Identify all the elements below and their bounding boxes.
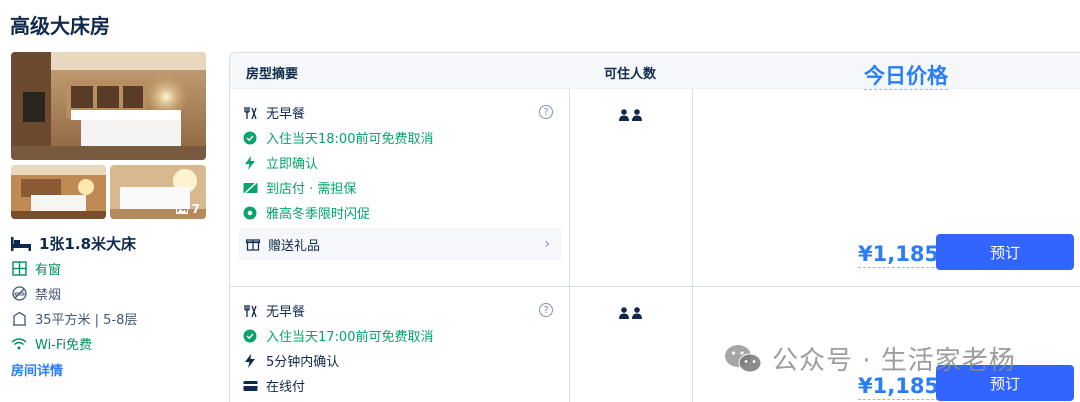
chevron-right-icon: › <box>544 236 550 252</box>
fact-text: 35平方米 | 5-8层 <box>35 313 138 328</box>
lightning-icon <box>242 155 258 171</box>
room-photo-thumb-2[interactable]: 7 <box>110 165 206 219</box>
table-row-2-summary: 无早餐 入住当天17:00前可免费取消 5分钟内确认 在线付 <box>242 298 562 398</box>
info-icon[interactable]: ? <box>539 105 553 119</box>
bed-info: 1张1.8米大床 <box>11 233 136 254</box>
fact-window: 有窗 <box>11 256 137 281</box>
room-facts: 有窗 禁烟 35平方米 | 5-8层 Wi-Fi免费 <box>11 256 137 356</box>
price-value[interactable]: ¥1,185 <box>858 241 940 268</box>
fact-text: 禁烟 <box>35 288 62 303</box>
header-price: 今日价格 <box>864 64 948 90</box>
rate-item: 雅高冬季限时闪促 <box>242 200 562 225</box>
rate-item-text: 无早餐 <box>266 107 306 122</box>
utensils-icon <box>242 303 258 319</box>
info-icon[interactable]: ? <box>539 303 553 317</box>
gift-row[interactable]: 赠送礼品 › <box>238 228 562 260</box>
window-icon <box>11 261 27 277</box>
rate-item: 无早餐 <box>242 298 562 323</box>
lightning-icon <box>242 353 258 369</box>
rate-item-text: 到店付 · 需担保 <box>266 182 357 197</box>
room-photo-main[interactable] <box>11 52 206 160</box>
rate-item: 入住当天18:00前可免费取消 <box>242 125 562 150</box>
person-icon <box>619 307 629 319</box>
watermark: 公众号 · 生活家老杨 <box>724 340 1016 377</box>
photo-count: 7 <box>191 202 200 216</box>
rate-item-text: 雅高冬季限时闪促 <box>266 207 371 222</box>
header-occupancy: 可住人数 <box>604 67 657 82</box>
occupancy-icons <box>619 109 642 121</box>
image-icon <box>175 204 188 214</box>
bed-icon <box>11 236 31 251</box>
check-circle-icon <box>242 328 258 344</box>
area-icon <box>11 311 27 327</box>
hotel-room-image <box>11 52 206 160</box>
rate-item: 在线付 <box>242 373 562 398</box>
rate-item: 5分钟内确认 <box>242 348 562 373</box>
room-title: 高级大床房 <box>10 14 110 38</box>
rate-item-text: 立即确认 <box>266 157 319 172</box>
card-strike-icon <box>242 180 258 196</box>
rate-item: 无早餐 <box>242 100 562 125</box>
room-details-link[interactable]: 房间详情 <box>11 360 63 379</box>
rate-item-text: 5分钟内确认 <box>266 355 340 370</box>
fact-no-smoking: 禁烟 <box>11 281 137 306</box>
occupancy-icons <box>619 307 642 319</box>
photo-count-badge[interactable]: 7 <box>175 202 200 216</box>
card-icon <box>242 378 258 394</box>
hotel-room-image <box>11 165 106 219</box>
person-icon <box>619 109 629 121</box>
row-divider <box>230 286 1080 287</box>
column-divider <box>569 89 570 402</box>
fact-area: 35平方米 | 5-8层 <box>11 306 137 331</box>
book-button[interactable]: 预订 <box>936 234 1074 270</box>
utensils-icon <box>242 105 258 121</box>
fact-text: 有窗 <box>35 263 62 278</box>
header-summary: 房型摘要 <box>246 67 299 82</box>
rate-item-text: 无早餐 <box>266 305 306 320</box>
rate-item: 立即确认 <box>242 150 562 175</box>
gift-text: 赠送礼品 <box>268 238 321 254</box>
room-photo-thumb-1[interactable] <box>11 165 106 219</box>
rate-item-text: 入住当天18:00前可免费取消 <box>266 132 434 147</box>
fact-text: Wi-Fi免费 <box>35 338 93 353</box>
table-row-1-summary: 无早餐 入住当天18:00前可免费取消 立即确认 到店付 · 需担保 雅高冬季限… <box>242 100 562 225</box>
person-icon <box>632 307 642 319</box>
table-header: 房型摘要 可住人数 今日价格 <box>230 53 1080 90</box>
bed-text: 1张1.8米大床 <box>39 235 137 253</box>
promo-dot-icon <box>242 205 258 221</box>
rate-item: 入住当天17:00前可免费取消 <box>242 323 562 348</box>
rate-item-text: 在线付 <box>266 380 306 395</box>
gift-icon <box>246 239 260 251</box>
wechat-icon <box>725 344 762 372</box>
wifi-icon <box>11 336 27 352</box>
watermark-text: 公众号 · 生活家老杨 <box>772 346 1016 376</box>
column-divider <box>692 89 693 402</box>
price-value[interactable]: ¥1,185 <box>858 373 940 400</box>
fact-wifi: Wi-Fi免费 <box>11 331 137 356</box>
check-circle-icon <box>242 130 258 146</box>
person-icon <box>632 109 642 121</box>
rate-item-text: 入住当天17:00前可免费取消 <box>266 330 434 345</box>
rate-item: 到店付 · 需担保 <box>242 175 562 200</box>
no-smoking-icon <box>11 286 27 302</box>
